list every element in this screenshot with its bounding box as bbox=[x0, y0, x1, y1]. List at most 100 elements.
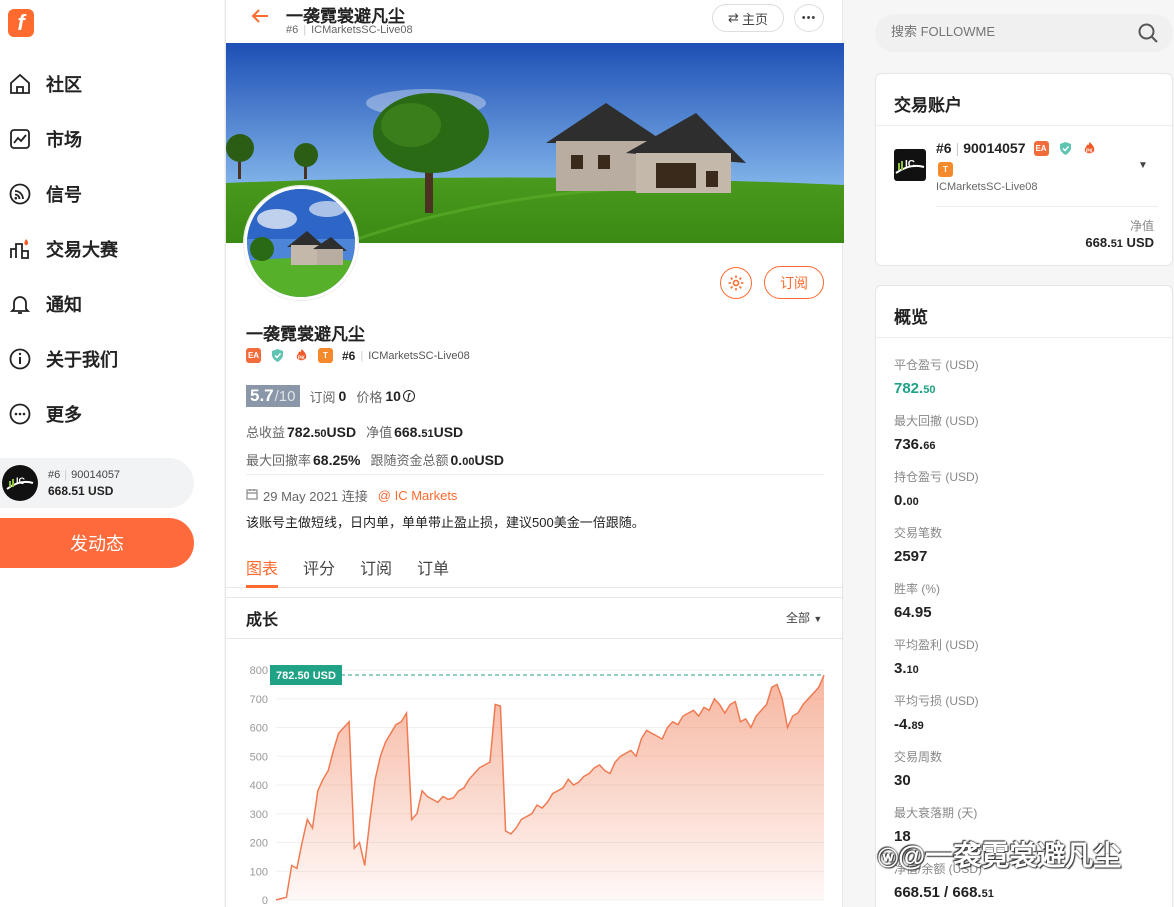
pk-flame-icon: PK bbox=[1081, 140, 1097, 156]
search-bar[interactable] bbox=[875, 14, 1173, 52]
overview-stat-label: 平均盈利 (USD) bbox=[894, 638, 979, 652]
nav-item-more[interactable]: 更多 bbox=[0, 392, 224, 436]
account-number: 90014057 bbox=[71, 468, 121, 481]
y-tick-label: 700 bbox=[250, 694, 268, 706]
follow-unit: USD bbox=[474, 452, 505, 468]
drawdown-row: 最大回撤率 68.25% 跟随资金总额 0. 00 USD bbox=[246, 450, 504, 469]
home-icon bbox=[8, 72, 32, 96]
shield-icon bbox=[1057, 140, 1073, 156]
watermark-text: @一袭霓裳避凡尘 bbox=[898, 840, 1122, 871]
score-badge: 5.7/10 bbox=[246, 385, 300, 407]
trade-account-rank: #6 bbox=[936, 140, 952, 156]
profile-avatar[interactable] bbox=[244, 186, 358, 300]
y-tick-label: 200 bbox=[250, 838, 268, 850]
range-dropdown[interactable]: 全部 ▼ bbox=[786, 609, 822, 626]
equity-dec: 51 bbox=[421, 428, 434, 440]
overview-stat-value: 2597 bbox=[894, 548, 928, 565]
main-column: 一袭霓裳避凡尘 #6|ICMarketsSC-Live08 ⇄主页 ••• bbox=[225, 0, 844, 907]
nav-label: 社区 bbox=[46, 75, 82, 95]
nav-label: 信号 bbox=[46, 185, 82, 205]
nav-item-about[interactable]: 关于我们 bbox=[0, 337, 224, 381]
current-value-label: 782.50 USD bbox=[276, 670, 336, 682]
tab-chart[interactable]: 图表 bbox=[246, 555, 278, 579]
search-input[interactable] bbox=[891, 24, 1131, 39]
chart-line-icon bbox=[8, 127, 32, 151]
subscribe-button[interactable]: 订阅 bbox=[764, 266, 824, 299]
growth-header: 成长 全部 ▼ bbox=[226, 597, 844, 639]
subs-value: 0 bbox=[338, 388, 347, 404]
overview-stat-value: 30 bbox=[894, 772, 911, 789]
ea-badge-icon: EA bbox=[1033, 140, 1049, 156]
tab-rating[interactable]: 评分 bbox=[303, 555, 335, 579]
calendar-icon bbox=[246, 488, 258, 503]
sidebar-account-card[interactable]: IC #6 | 90014057 668.51 USD bbox=[0, 458, 194, 508]
profit-row: 总收益 782. 50 USD 净值 668. 51 USD bbox=[246, 422, 463, 441]
swap-icon: ⇄ bbox=[728, 10, 739, 25]
nav-label: 关于我们 bbox=[46, 350, 118, 370]
growth-title: 成长 bbox=[246, 612, 279, 629]
top-bar: 一袭霓裳避凡尘 #6 | ICMarketsSC-Live08 ⇄ 主页 ••• bbox=[226, 0, 844, 43]
y-tick-label: 800 bbox=[250, 665, 268, 677]
broker-link[interactable]: @ IC Markets bbox=[378, 488, 458, 503]
profile-server: ICMarketsSC-Live08 bbox=[368, 349, 470, 362]
trade-account-id: #6 | 90014057 EA PK bbox=[936, 140, 1106, 156]
overview-stat-label: 胜率 (%) bbox=[894, 582, 940, 596]
profile-description: 该账号主做短线，日内单，单单带止盈止损，建议500美金一倍跟随。 bbox=[246, 515, 645, 530]
overview-stat-label: 平仓盈亏 (USD) bbox=[894, 358, 979, 372]
nav-item-contest[interactable]: 交易大赛 bbox=[0, 227, 224, 271]
drawdown-value: 68.25% bbox=[313, 452, 361, 468]
search-icon[interactable] bbox=[1137, 22, 1159, 49]
followme-logo[interactable]: f bbox=[8, 9, 34, 37]
nav-item-notify[interactable]: 通知 bbox=[0, 282, 224, 326]
bell-icon bbox=[8, 292, 32, 316]
growth-chart: 800 700 600 500 400 300 200 100 0 782.50 USD bbox=[226, 640, 844, 907]
overview-stat-value: 736.66 bbox=[894, 436, 936, 453]
trade-account-title: 交易账户 bbox=[876, 74, 1172, 126]
divider bbox=[936, 206, 1158, 207]
y-tick-label: 600 bbox=[250, 723, 268, 735]
overview-stat-value: 64.95 bbox=[894, 604, 932, 621]
gear-icon bbox=[728, 275, 744, 291]
y-tick-label: 500 bbox=[250, 751, 268, 763]
trade-equity-value: 668.51 USD bbox=[1085, 235, 1154, 250]
y-tick-label: 0 bbox=[262, 895, 268, 907]
price-value: 10 bbox=[385, 388, 401, 404]
svg-text:IC: IC bbox=[905, 159, 915, 170]
profit-label: 总收益 bbox=[246, 425, 286, 440]
tab-subscribe[interactable]: 订阅 bbox=[360, 555, 392, 579]
post-status-button[interactable]: 发动态 bbox=[0, 518, 194, 568]
dots-icon: ••• bbox=[801, 12, 817, 24]
nav-item-community[interactable]: 社区 bbox=[0, 62, 224, 106]
settings-button[interactable] bbox=[720, 267, 752, 299]
nav-label: 市场 bbox=[46, 130, 82, 150]
overview-card: 概览 平仓盈亏 (USD) 782.50 最大回撤 (USD) 736.66 持仓盈亏 … bbox=[875, 285, 1173, 907]
more-options-button[interactable]: ••• bbox=[794, 4, 824, 32]
trade-equity-int: 668. bbox=[1085, 235, 1111, 250]
overview-title: 概览 bbox=[876, 286, 1172, 338]
meta-row: 29 May 2021 连接 @ IC Markets bbox=[246, 486, 457, 505]
profit-dec: 50 bbox=[314, 428, 327, 440]
score-row: 5.7/10 订阅 0 价格 10 ƒ bbox=[246, 385, 415, 407]
tab-orders[interactable]: 订单 bbox=[417, 555, 449, 579]
profile-name: 一袭霓裳避凡尘 bbox=[246, 325, 365, 344]
home-button[interactable]: ⇄ 主页 bbox=[712, 4, 784, 32]
trade-account-card: 交易账户 IC #6 | 90014057 EA PK T ICMarketsS… bbox=[875, 73, 1173, 266]
trade-equity-dec: 51 bbox=[1110, 238, 1123, 250]
account-dropdown-caret-icon[interactable]: ▼ bbox=[1138, 160, 1148, 171]
overview-stat-value: 668.51 / 668.51 bbox=[894, 884, 994, 901]
nav-item-market[interactable]: 市场 bbox=[0, 117, 224, 161]
drawdown-label: 最大回撤率 bbox=[246, 453, 312, 468]
overview-stat-value: 3.10 bbox=[894, 660, 919, 677]
connect-date: 29 May 2021 连接 bbox=[263, 489, 368, 504]
ic-markets-logo: IC bbox=[894, 149, 926, 181]
watermark: ⓦ@一袭霓裳避凡尘 bbox=[878, 834, 1121, 874]
t-badge-icon: T bbox=[938, 162, 953, 177]
range-dropdown-label: 全部 bbox=[786, 611, 811, 625]
pk-flame-icon: PK bbox=[294, 348, 309, 363]
growth-chart-svg: 800 700 600 500 400 300 200 100 0 782.50 USD bbox=[250, 665, 825, 907]
back-arrow-icon[interactable] bbox=[250, 6, 270, 32]
overview-stat-label: 平均亏损 (USD) bbox=[894, 694, 979, 708]
nav-item-signal[interactable]: 信号 bbox=[0, 172, 224, 216]
profile-rank: #6 bbox=[342, 348, 356, 363]
overview-stat-label: 交易周数 bbox=[894, 750, 943, 764]
